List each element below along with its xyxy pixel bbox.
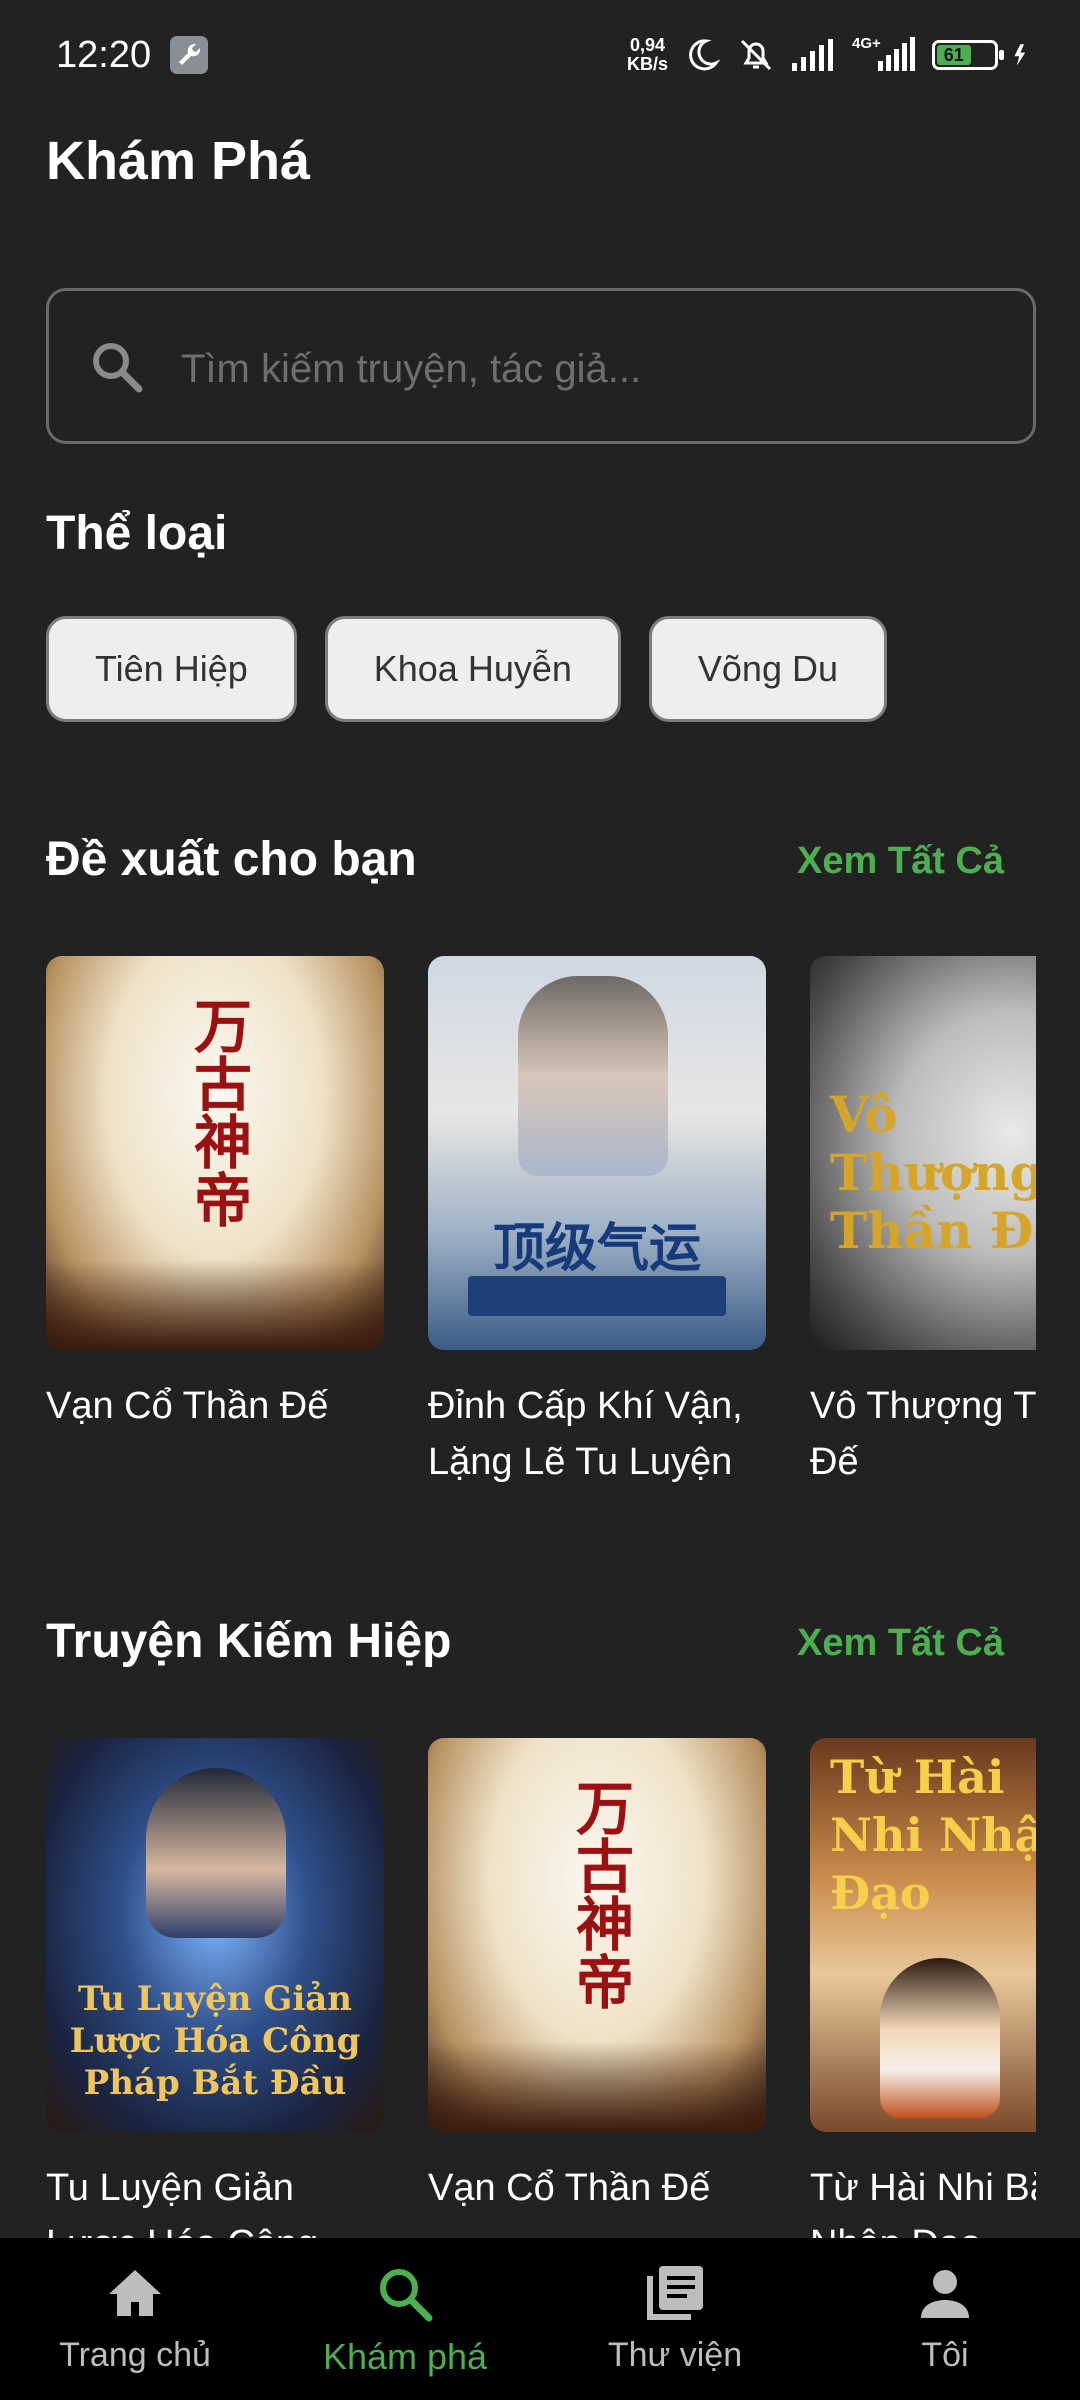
home-icon [109, 2270, 161, 2316]
genre-chip-khoa-huyen[interactable]: Khoa Huyễn [324, 616, 621, 722]
kiemhiep-see-all-link[interactable]: Xem Tất Cả [797, 1622, 1004, 1665]
book-cover[interactable]: 万古神帝 [428, 1738, 766, 2132]
kiemhiep-list: Tu Luyện Giản Lược Hóa Công Pháp Bắt Đầu… [46, 1738, 1036, 2238]
network-speed: 0,94 KB/s [626, 35, 668, 74]
search-box[interactable] [46, 288, 1036, 444]
search-icon [93, 343, 143, 393]
book-title: Từ Hài Nhi Bắt Đầu Nhập Đạo [810, 2167, 1036, 2238]
book-title: Đỉnh Cấp Khí Vận, Lặng Lẽ Tu Luyện Ngàn … [428, 1385, 743, 1483]
wrench-icon [170, 36, 208, 74]
character-illustration [518, 976, 668, 1176]
signal-4g-icon: 4G+ [852, 35, 918, 75]
nav-item-profile[interactable]: Tôi [810, 2238, 1080, 2400]
genre-chip-tien-hiep[interactable]: Tiên Hiệp [46, 616, 297, 722]
page-title: Khám Phá [46, 131, 311, 191]
status-bar: 12:20 0,94 KB/s 4G+ 61 [0, 0, 1080, 110]
book-cover[interactable]: Tu Luyện Giản Lược Hóa Công Pháp Bắt Đầu [46, 1738, 384, 2132]
status-time: 12:20 [56, 34, 152, 76]
recommended-list: 万古神帝 Vạn Cổ Thần Đế 顶级气运 Đỉnh Cấp Khí Vậ… [46, 956, 1036, 1496]
person-icon [921, 2270, 969, 2318]
book-cover[interactable]: Từ Hài Nhi Nhập Đạo [810, 1738, 1036, 2132]
bottom-navigation: Trang chủ Khám phá Thư viện Tôi [0, 2238, 1080, 2400]
charging-icon [1014, 44, 1026, 66]
book-cover[interactable]: 顶级气运 [428, 956, 766, 1350]
book-title: Vô Thượng Thần Đế [810, 1385, 1036, 1483]
character-illustration [146, 1768, 286, 1938]
library-icon [647, 2266, 703, 2320]
bell-off-icon [740, 39, 772, 71]
recommended-see-all-link[interactable]: Xem Tất Cả [797, 840, 1004, 883]
search-icon [380, 2269, 433, 2322]
kiemhiep-title: Truyện Kiếm Hiệp [46, 1615, 452, 1668]
book-title: Vạn Cổ Thần Đế [428, 2167, 711, 2209]
signal-icon [792, 39, 833, 71]
book-title: Tu Luyện Giản Lược Hóa Công Pháp [46, 2167, 318, 2238]
nav-item-explore[interactable]: Khám phá [270, 2238, 540, 2400]
search-input[interactable] [181, 341, 981, 397]
genre-chip-vong-du[interactable]: Võng Du [648, 616, 887, 722]
moon-icon [689, 39, 721, 71]
recommended-title: Đề xuất cho bạn [46, 833, 417, 886]
book-cover[interactable]: 万古神帝 [46, 956, 384, 1350]
genre-chips: Tiên Hiệp Khoa Huyễn Võng Du [46, 616, 887, 722]
book-cover[interactable]: Vô Thượng Thần Đế [810, 956, 1036, 1350]
battery-icon: 61 [932, 40, 1004, 70]
nav-item-library[interactable]: Thư viện [540, 2238, 810, 2400]
character-illustration [880, 1958, 1000, 2118]
nav-item-home[interactable]: Trang chủ [0, 2238, 270, 2400]
book-card[interactable]: 万古神帝 Vạn Cổ Thần Đế [428, 1738, 766, 2216]
book-title: Vạn Cổ Thần Đế [46, 1385, 329, 1427]
book-card[interactable]: 顶级气运 Đỉnh Cấp Khí Vận, Lặng Lẽ Tu Luyện … [428, 956, 766, 1490]
genres-title: Thể loại [46, 507, 228, 560]
book-card[interactable]: Vô Thượng Thần Đế Vô Thượng Thần Đế [810, 956, 1036, 1490]
book-card[interactable]: 万古神帝 Vạn Cổ Thần Đế [46, 956, 384, 1434]
book-card[interactable]: Tu Luyện Giản Lược Hóa Công Pháp Bắt Đầu… [46, 1738, 384, 2238]
book-card[interactable]: Từ Hài Nhi Nhập Đạo Từ Hài Nhi Bắt Đầu N… [810, 1738, 1036, 2238]
